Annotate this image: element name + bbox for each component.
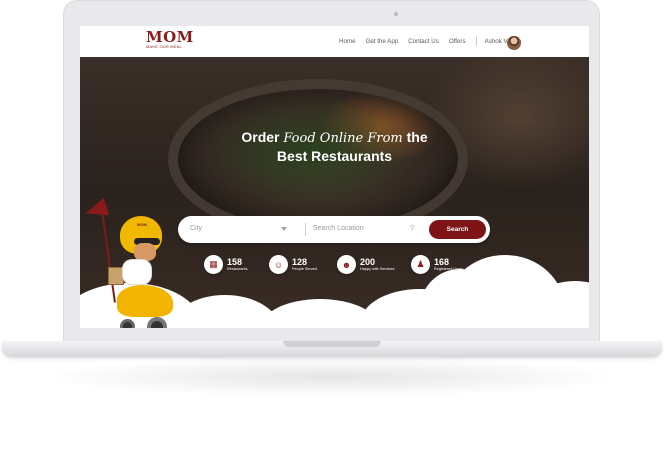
search-bar: City Search Location ⚲ Search — [178, 216, 490, 243]
hero-headline: Order Food Online From the Best Restaura… — [80, 129, 589, 165]
nav-offers[interactable]: Offers — [449, 38, 466, 45]
stat-label: Happy with Services — [360, 267, 395, 271]
city-select[interactable]: City — [190, 225, 202, 232]
brand-logo[interactable]: MOM MAKE OUR MEAL — [146, 28, 194, 52]
nav-separator — [475, 36, 477, 46]
flag-icon — [82, 198, 110, 222]
headline-line2: Best Restaurants — [276, 148, 393, 164]
stat-value: 128 — [292, 257, 308, 267]
storefront-icon: ▦ — [204, 255, 223, 274]
laptop-screen: MOM MAKE OUR MEAL Home Get the App Conta… — [80, 26, 589, 328]
stat-value: 168 — [434, 257, 450, 267]
laptop-shadow — [40, 357, 624, 397]
camera-dot — [394, 12, 398, 16]
laptop-mockup: MOM MAKE OUR MEAL Home Get the App Conta… — [0, 0, 664, 450]
laptop-notch — [283, 341, 381, 347]
user-avatar[interactable] — [507, 36, 521, 50]
stat-value: 200 — [360, 257, 376, 267]
stat-people-served: ☺ 128 People Served — [269, 255, 317, 274]
location-input[interactable]: Search Location — [313, 225, 364, 232]
stat-happy-with-services: ☻ 200 Happy with Services — [337, 255, 394, 274]
scooter-rear-wheel — [120, 319, 135, 328]
headline-script: Food Online From — [283, 131, 403, 146]
logo-text: MOM — [146, 28, 194, 46]
stat-label: Restaurants — [227, 267, 248, 271]
mascot-body — [122, 259, 152, 285]
logo-tagline: MAKE OUR MEAL — [146, 44, 182, 49]
search-divider — [305, 223, 306, 236]
stat-restaurants: ▦ 158 Restaurants — [204, 255, 247, 274]
helmet-logo: MOM — [137, 222, 147, 227]
nav-contact-us[interactable]: Contact Us — [408, 38, 439, 45]
nav-home[interactable]: Home — [339, 38, 356, 45]
happy-user-icon: ☻ — [337, 255, 356, 274]
chevron-down-icon[interactable] — [281, 227, 287, 231]
stat-label: People Served — [292, 267, 317, 271]
stat-value: 158 — [227, 257, 243, 267]
top-navbar: MOM MAKE OUR MEAL Home Get the App Conta… — [80, 26, 589, 57]
people-icon: ☺ — [269, 255, 288, 274]
users-icon: ♟ — [411, 255, 430, 274]
nav-get-the-app[interactable]: Get the App — [366, 38, 399, 45]
headline-part1: Order — [241, 129, 284, 145]
scooter-icon — [117, 285, 173, 317]
search-button[interactable]: Search — [429, 220, 486, 239]
location-pin-icon[interactable]: ⚲ — [410, 225, 417, 233]
headline-part2: the — [402, 129, 428, 145]
hero-banner: Order Food Online From the Best Restaura… — [80, 57, 589, 328]
nav-menu: Home Get the App Contact Us Offers Ashok… — [339, 36, 531, 46]
